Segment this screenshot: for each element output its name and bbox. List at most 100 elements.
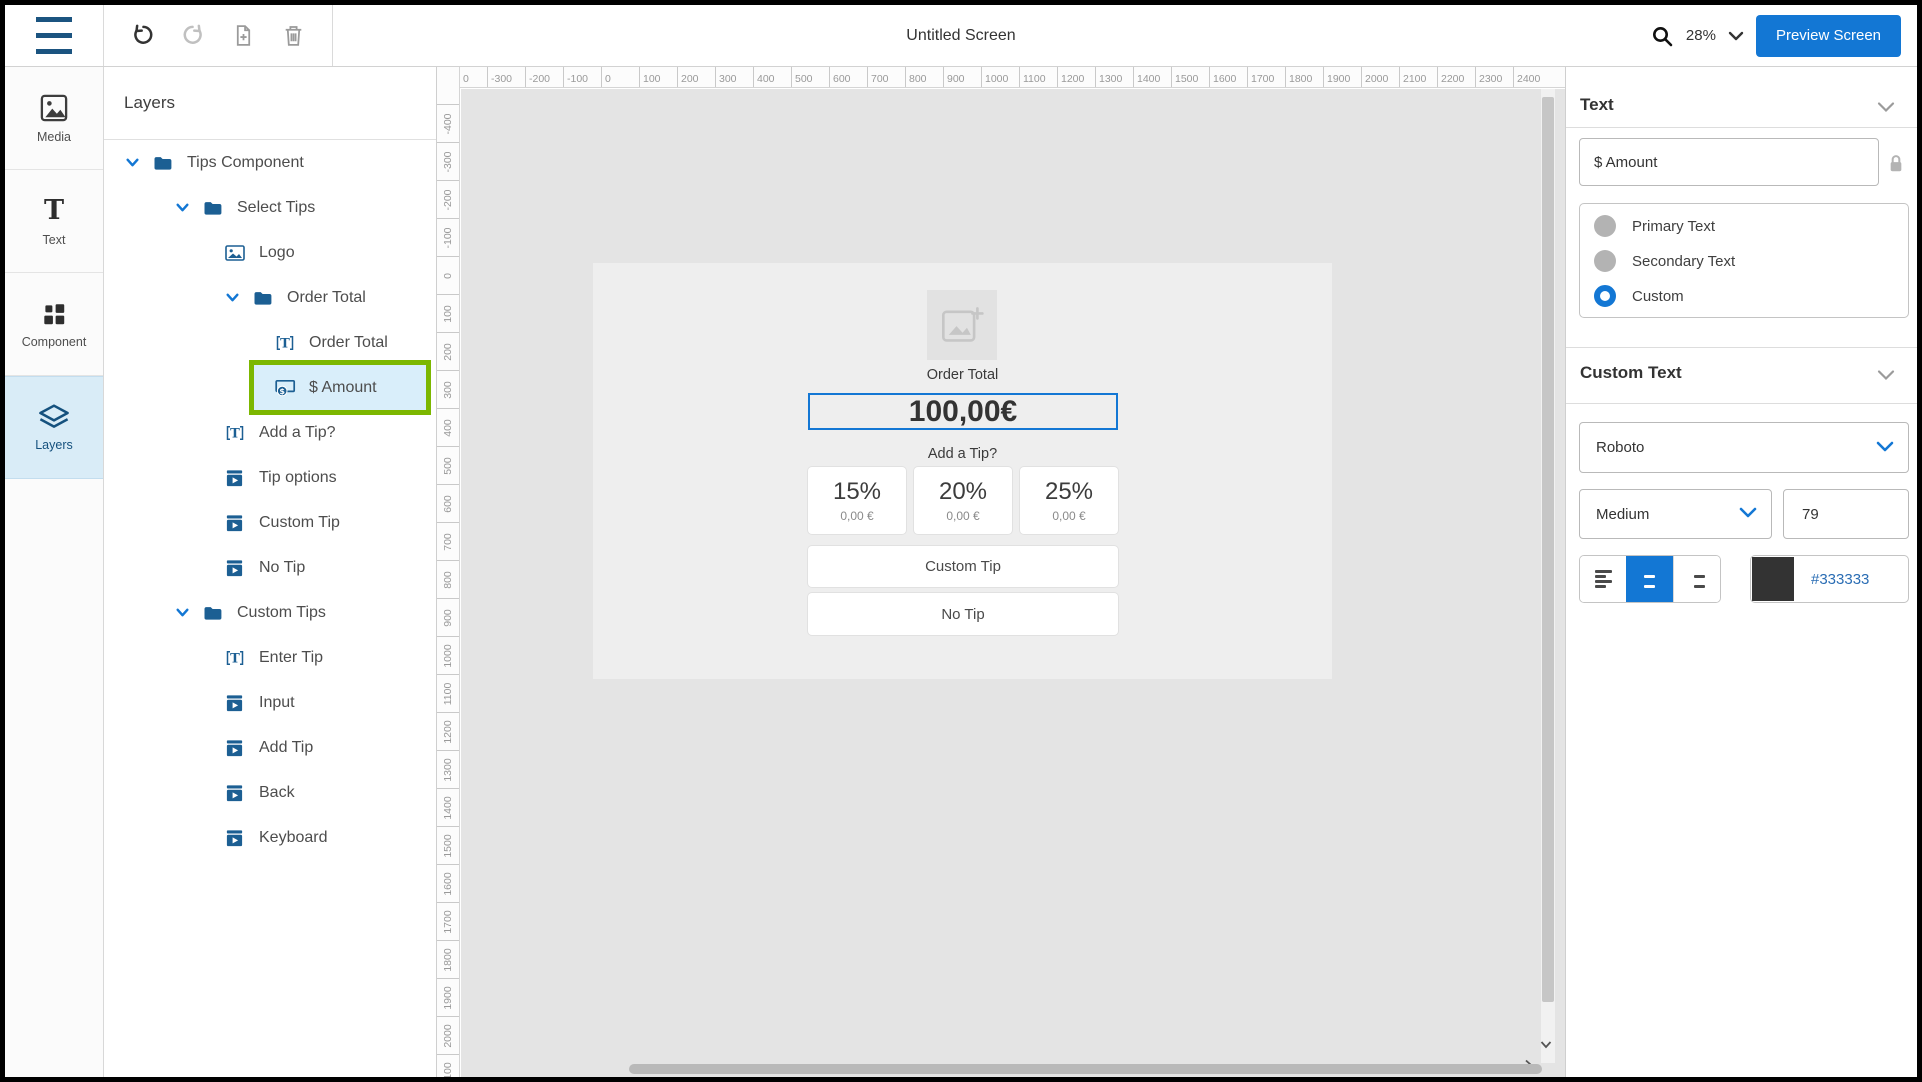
font-family-select[interactable]: Roboto	[1579, 422, 1909, 473]
layer-label: Back	[259, 784, 295, 802]
artboard[interactable]: Order Total 100,00€ Add a Tip? 15% 0,00 …	[593, 263, 1332, 679]
font-size-input[interactable]	[1783, 489, 1909, 539]
tip-button-15[interactable]: 15% 0,00 €	[808, 467, 906, 534]
collapse-text-section-icon[interactable]	[1877, 100, 1895, 117]
scroll-down-arrow-icon[interactable]	[1540, 1038, 1552, 1051]
ruler-label: 800	[905, 67, 943, 88]
text-color-field[interactable]: #333333	[1750, 555, 1909, 603]
layer-row-enter-tip[interactable]: TEnter Tip	[104, 635, 436, 680]
layer-row-keyboard[interactable]: Keyboard	[104, 815, 436, 860]
component-icon	[40, 300, 68, 328]
radio-custom[interactable]: Custom	[1594, 285, 1684, 307]
vertical-scrollbar-thumb[interactable]	[1542, 97, 1554, 1002]
radio-label: Primary Text	[1632, 218, 1715, 235]
svg-text:T: T	[230, 426, 240, 441]
layer-row-order-total[interactable]: Order Total	[104, 275, 436, 320]
screenshot-frame: Untitled Screen 28% Preview Screen Media	[0, 0, 1922, 1082]
collapse-custom-text-icon[interactable]	[1877, 368, 1895, 385]
ruler-label: 1200	[437, 712, 459, 750]
ruler-label: 2000	[1361, 67, 1399, 88]
chevron-down-icon[interactable]	[125, 155, 143, 170]
tab-media[interactable]: Media	[5, 67, 103, 170]
vertical-scrollbar[interactable]	[1541, 89, 1555, 1063]
layer-row-amount[interactable]: $$ Amount	[104, 365, 436, 410]
ruler-label: 300	[437, 370, 459, 408]
undo-button[interactable]	[118, 14, 168, 58]
left-toolbar: Media T Text Component L	[5, 67, 104, 1077]
radio-icon	[1594, 215, 1616, 237]
redo-button[interactable]	[168, 14, 218, 58]
layer-row-logo[interactable]: Logo	[104, 230, 436, 275]
money-icon: $	[275, 379, 297, 397]
ruler-label: 2000	[437, 1016, 459, 1054]
layer-row-select-tips[interactable]: Select Tips	[104, 185, 436, 230]
new-page-icon	[231, 23, 256, 48]
new-screen-button[interactable]	[218, 14, 268, 58]
ruler-label: 1300	[1095, 67, 1133, 88]
layer-row-custom-tip[interactable]: Custom Tip	[104, 500, 436, 545]
main-menu-button[interactable]	[5, 5, 104, 66]
delete-button[interactable]	[268, 14, 318, 58]
canvas[interactable]: Order Total 100,00€ Add a Tip? 15% 0,00 …	[461, 89, 1565, 1077]
amount-field-selected[interactable]: 100,00€	[808, 393, 1118, 430]
ruler-label: 1300	[437, 750, 459, 788]
tip-button-25[interactable]: 25% 0,00 €	[1020, 467, 1118, 534]
layer-name-input[interactable]	[1579, 138, 1879, 186]
ruler-label: 400	[753, 67, 791, 88]
radio-primary-text[interactable]: Primary Text	[1594, 215, 1715, 237]
svg-text:T: T	[280, 336, 290, 351]
ruler-label: -400	[437, 104, 459, 142]
ruler-label: 0	[601, 67, 639, 88]
layers-panel: Layers Tips ComponentSelect TipsLogoOrde…	[104, 67, 437, 1077]
font-family-value: Roboto	[1596, 439, 1644, 456]
tab-text[interactable]: T Text	[5, 170, 103, 273]
text-icon: T	[225, 649, 247, 667]
radio-label: Custom	[1632, 288, 1684, 305]
zoom-icon[interactable]	[1650, 24, 1674, 48]
tab-label: Media	[37, 130, 71, 144]
radio-secondary-text[interactable]: Secondary Text	[1594, 250, 1735, 272]
color-hex-value[interactable]: #333333	[1811, 571, 1869, 588]
align-right-button[interactable]	[1673, 556, 1720, 602]
layer-row-tips-component[interactable]: Tips Component	[104, 140, 436, 185]
ruler-label: 700	[867, 67, 905, 88]
chevron-down-icon[interactable]	[175, 605, 193, 620]
chevron-down-icon[interactable]	[1728, 30, 1744, 42]
order-total-label: Order Total	[593, 367, 1332, 383]
tab-component[interactable]: Component	[5, 273, 103, 376]
tip-button-20[interactable]: 20% 0,00 €	[914, 467, 1012, 534]
design-app-window: Untitled Screen 28% Preview Screen Media	[5, 5, 1917, 1077]
align-left-button[interactable]	[1580, 556, 1626, 602]
align-center-button[interactable]	[1626, 556, 1672, 602]
layer-row-back[interactable]: Back	[104, 770, 436, 815]
component-icon	[225, 694, 247, 712]
image-icon	[225, 245, 247, 261]
layer-row-add-tip[interactable]: Add Tip	[104, 725, 436, 770]
layer-row-tip-options[interactable]: Tip options	[104, 455, 436, 500]
ruler-label: 400	[437, 408, 459, 446]
component-icon	[225, 784, 247, 802]
ruler-label: 500	[791, 67, 829, 88]
layer-row-add-a-tip[interactable]: TAdd a Tip?	[104, 410, 436, 455]
font-weight-select[interactable]: Medium	[1579, 489, 1772, 539]
horizontal-scrollbar-thumb[interactable]	[629, 1064, 1542, 1074]
horizontal-ruler: 0-300-200-100010020030040050060070080090…	[460, 67, 1565, 88]
layer-row-input[interactable]: Input	[104, 680, 436, 725]
layer-row-custom-tips[interactable]: Custom Tips	[104, 590, 436, 635]
lock-icon[interactable]	[1888, 153, 1904, 177]
ruler-label: 1700	[1247, 67, 1285, 88]
zoom-level[interactable]: 28%	[1686, 27, 1716, 44]
tab-layers[interactable]: Layers	[5, 376, 103, 479]
no-tip-button[interactable]: No Tip	[808, 593, 1118, 635]
preview-screen-button[interactable]: Preview Screen	[1756, 15, 1901, 57]
chevron-down-icon[interactable]	[225, 290, 243, 305]
custom-tip-button[interactable]: Custom Tip	[808, 546, 1118, 587]
chevron-down-icon[interactable]	[175, 200, 193, 215]
layer-row-no-tip[interactable]: No Tip	[104, 545, 436, 590]
ruler-label: 1400	[1133, 67, 1171, 88]
divider	[1566, 347, 1917, 348]
layer-row-order-total[interactable]: TOrder Total	[104, 320, 436, 365]
divider	[1566, 403, 1917, 404]
image-placeholder[interactable]	[927, 290, 997, 360]
ruler-label: 2100	[437, 1054, 459, 1077]
